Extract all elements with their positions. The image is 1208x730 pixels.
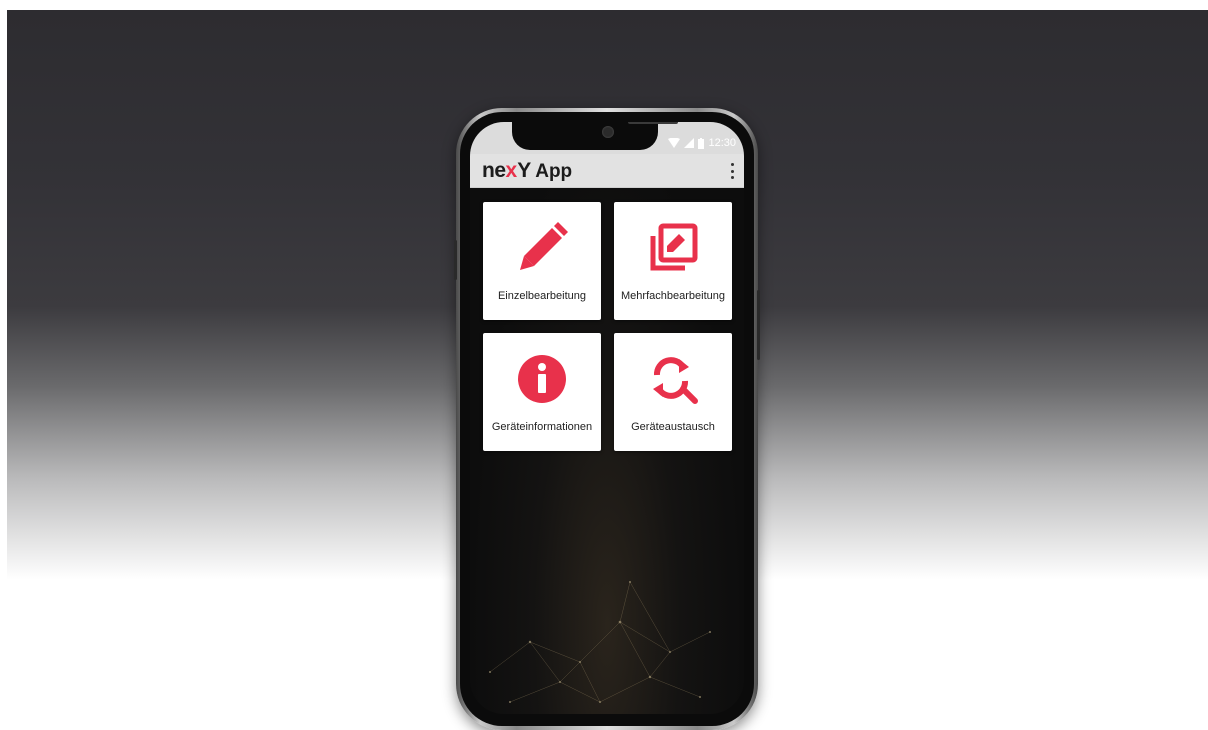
tile-geraeteinformationen[interactable]: Geräteinformationen [483,333,601,451]
signal-icon [684,138,695,148]
status-time: 12:30 [708,137,736,149]
pencil-icon [520,222,568,270]
phone-screen: 12:30 ne x Y App Einzelbearbeitung Mehrf… [470,122,744,714]
battery-icon [698,137,705,149]
logo-x: x [505,158,518,182]
front-camera [602,126,614,138]
tile-mehrfachbearbeitung[interactable]: Mehrfachbearbeitung [614,202,732,320]
more-vert-icon[interactable] [730,163,734,179]
tile-geraeteaustausch[interactable]: Geräteaustausch [614,333,732,451]
info-icon [518,355,566,403]
multi-edit-icon [650,223,698,271]
earpiece-speaker [628,122,678,124]
logo-ne: ne [482,158,506,182]
tile-einzelbearbeitung[interactable]: Einzelbearbeitung [483,202,601,320]
app-bar: ne x Y App [470,154,744,188]
status-icons: 12:30 [668,136,736,150]
network-background-graphic [489,581,711,703]
phone-power-button [757,290,760,360]
tile-label: Geräteinformationen [491,421,593,433]
app-title: App [535,160,573,182]
phone-volume-button [454,240,457,280]
phone-notch [512,122,678,150]
logo-y: Y [517,158,532,182]
search-refresh-icon [653,357,698,404]
wifi-icon [668,138,681,148]
app-logo: ne x Y App [482,159,572,183]
tile-label: Einzelbearbeitung [497,290,587,302]
tile-label: Geräteaustausch [631,421,715,433]
tile-label: Mehrfachbearbeitung [621,290,725,302]
